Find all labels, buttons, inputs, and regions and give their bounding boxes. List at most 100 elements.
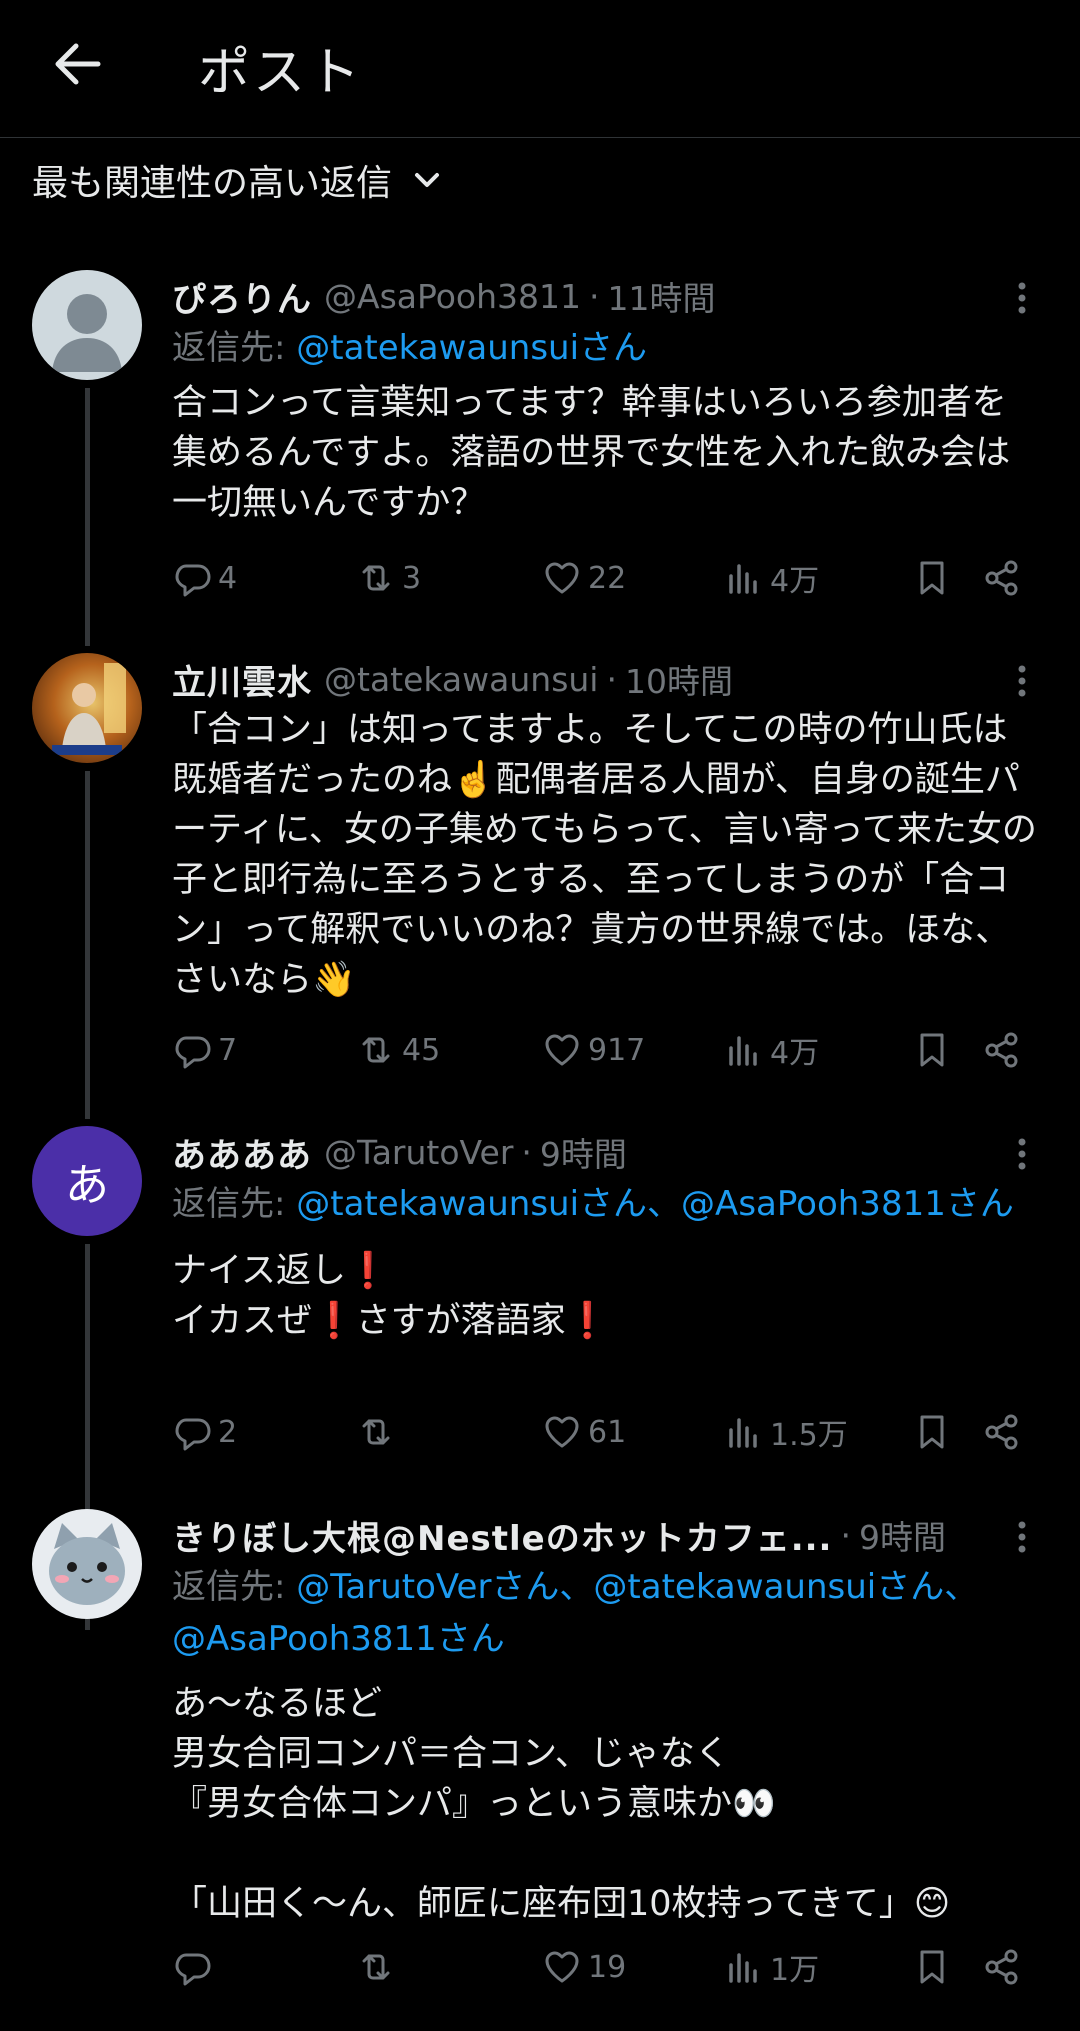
separator-dot: · bbox=[606, 659, 617, 699]
repost-icon bbox=[362, 1037, 390, 1063]
reply-to-line: 返信先: @tatekawaunsuiさん bbox=[172, 328, 648, 368]
separator-dot: · bbox=[840, 1515, 851, 1555]
views-icon bbox=[729, 1036, 757, 1066]
like-button[interactable]: 917 bbox=[542, 1024, 645, 1076]
bookmark-button[interactable] bbox=[912, 1941, 958, 1993]
reply-post[interactable]: きりぼし大根@Nestleのホットカフェ... · 9時間 返信先: @Taru… bbox=[0, 1509, 1080, 1999]
default-person-avatar-icon bbox=[52, 294, 122, 372]
repost-button[interactable] bbox=[356, 1406, 402, 1458]
page-title: ポスト bbox=[198, 43, 364, 103]
reply-count: 7 bbox=[218, 1032, 238, 1068]
bookmark-button[interactable] bbox=[912, 552, 958, 604]
like-icon bbox=[545, 1416, 579, 1448]
reply-to-line: 返信先: @TarutoVerさん、@tatekawaunsuiさん、@AsaP… bbox=[172, 1567, 979, 1659]
reply-button[interactable]: 7 bbox=[172, 1024, 237, 1076]
timestamp[interactable]: 9時間 bbox=[540, 1128, 627, 1176]
action-bar: 7 45 917 4万 bbox=[172, 1024, 1032, 1076]
repost-button[interactable]: 45 bbox=[356, 1024, 440, 1076]
user-handle[interactable]: @AsaPooh3811 bbox=[324, 277, 581, 316]
bookmark-icon bbox=[920, 1950, 944, 1984]
views-button[interactable]: 1.5万 bbox=[724, 1406, 848, 1458]
reply-icon bbox=[175, 1418, 211, 1451]
post-text: 「合コン」は知ってますよ。そしてこの時の竹山氏は既婚者だったのね☝️配偶者居る人… bbox=[172, 710, 1037, 1000]
views-icon bbox=[729, 1418, 757, 1448]
like-icon bbox=[545, 1034, 579, 1066]
reply-post[interactable]: 立川雲水 @tatekawaunsui · 10時間 「合コン」は知ってますよ。… bbox=[0, 653, 1080, 1119]
mention-link[interactable]: @tatekawaunsuiさん bbox=[296, 328, 647, 368]
avatar[interactable]: あ bbox=[32, 1126, 142, 1236]
view-count: 1.5万 bbox=[770, 1418, 848, 1453]
repost-count: 3 bbox=[402, 560, 422, 596]
views-button[interactable]: 1万 bbox=[724, 1941, 819, 1993]
separator-dot: · bbox=[521, 1132, 532, 1172]
share-icon bbox=[985, 560, 1018, 596]
repost-icon bbox=[362, 565, 390, 591]
rakugo-performer-photo-icon bbox=[52, 663, 126, 755]
share-button[interactable] bbox=[982, 552, 1028, 604]
timestamp[interactable]: 9時間 bbox=[859, 1511, 946, 1559]
display-name[interactable]: きりぼし大根@Nestleのホットカフェ... bbox=[172, 1511, 832, 1560]
views-icon bbox=[729, 564, 757, 594]
reply-post[interactable]: あ ああああ @TarutoVer · 9時間 返信先: @tatekawaun… bbox=[0, 1126, 1080, 1630]
avatar-letter: あ bbox=[65, 1160, 109, 1211]
thread-line bbox=[85, 771, 90, 1119]
display-name[interactable]: 立川雲水 bbox=[172, 655, 312, 704]
repost-button[interactable] bbox=[356, 1941, 402, 1993]
bookmark-icon bbox=[920, 1415, 944, 1449]
reply-button[interactable]: 2 bbox=[172, 1406, 237, 1458]
share-icon bbox=[985, 1949, 1018, 1985]
bookmark-button[interactable] bbox=[912, 1024, 958, 1076]
like-count: 61 bbox=[588, 1414, 627, 1450]
avatar[interactable] bbox=[32, 270, 142, 380]
like-button[interactable]: 19 bbox=[542, 1941, 626, 1993]
like-icon bbox=[545, 1951, 579, 1983]
reply-icon bbox=[175, 1036, 211, 1069]
action-bar: 4 3 22 4万 bbox=[172, 552, 1032, 604]
more-icon[interactable] bbox=[1004, 661, 1040, 701]
repost-count: 45 bbox=[402, 1032, 441, 1068]
timestamp[interactable]: 11時間 bbox=[608, 272, 716, 320]
reply-to-line: 返信先: @tatekawaunsuiさん、@AsaPooh3811さん bbox=[172, 1184, 1014, 1224]
action-bar: 19 1万 bbox=[172, 1941, 1032, 1993]
reply-count: 2 bbox=[218, 1414, 238, 1450]
share-icon bbox=[985, 1032, 1018, 1068]
post-text: あ〜なるほど 男女合同コンパ＝合コン、じゃなく 『男女合体コンパ』っという意味か… bbox=[172, 1684, 951, 1924]
more-icon[interactable] bbox=[1004, 1134, 1040, 1174]
display-name[interactable]: ぴろりん bbox=[172, 272, 312, 321]
mention-link[interactable]: @tatekawaunsuiさん、@AsaPooh3811さん bbox=[296, 1184, 1014, 1224]
reply-count: 4 bbox=[218, 560, 238, 596]
reply-icon bbox=[175, 564, 211, 597]
views-button[interactable]: 4万 bbox=[724, 552, 819, 604]
more-icon[interactable] bbox=[1004, 278, 1040, 318]
bookmark-button[interactable] bbox=[912, 1406, 958, 1458]
sort-label: 最も関連性の高い返信 bbox=[32, 163, 393, 204]
thread-line bbox=[85, 388, 90, 646]
reply-button[interactable]: 4 bbox=[172, 552, 237, 604]
back-arrow-icon[interactable] bbox=[50, 36, 106, 92]
reply-button[interactable] bbox=[172, 1941, 218, 1993]
reply-post[interactable]: ぴろりん @AsaPooh3811 · 11時間 返信先: @tatekawau… bbox=[0, 270, 1080, 646]
avatar[interactable] bbox=[32, 653, 142, 763]
avatar[interactable] bbox=[32, 1509, 142, 1619]
like-button[interactable]: 22 bbox=[542, 552, 626, 604]
share-button[interactable] bbox=[982, 1024, 1028, 1076]
user-handle[interactable]: @tatekawaunsui bbox=[324, 660, 598, 699]
share-button[interactable] bbox=[982, 1406, 1028, 1458]
bookmark-icon bbox=[920, 561, 944, 595]
display-name[interactable]: ああああ bbox=[172, 1128, 312, 1177]
timestamp[interactable]: 10時間 bbox=[625, 655, 733, 703]
views-icon bbox=[729, 1953, 757, 1983]
views-button[interactable]: 4万 bbox=[724, 1024, 819, 1076]
like-icon bbox=[545, 562, 579, 594]
like-count: 19 bbox=[588, 1949, 627, 1985]
share-button[interactable] bbox=[982, 1941, 1028, 1993]
repost-button[interactable]: 3 bbox=[356, 552, 421, 604]
post-text: ナイス返し❗ イカスぜ❗さすが落語家❗ bbox=[172, 1251, 610, 1341]
chevron-down-icon bbox=[412, 165, 442, 195]
cat-character-avatar-icon bbox=[49, 1523, 125, 1605]
reply-sort-selector[interactable]: 最も関連性の高い返信 bbox=[32, 152, 442, 208]
like-button[interactable]: 61 bbox=[542, 1406, 626, 1458]
view-count: 4万 bbox=[770, 564, 820, 599]
user-handle[interactable]: @TarutoVer bbox=[324, 1133, 513, 1172]
more-icon[interactable] bbox=[1004, 1517, 1040, 1557]
